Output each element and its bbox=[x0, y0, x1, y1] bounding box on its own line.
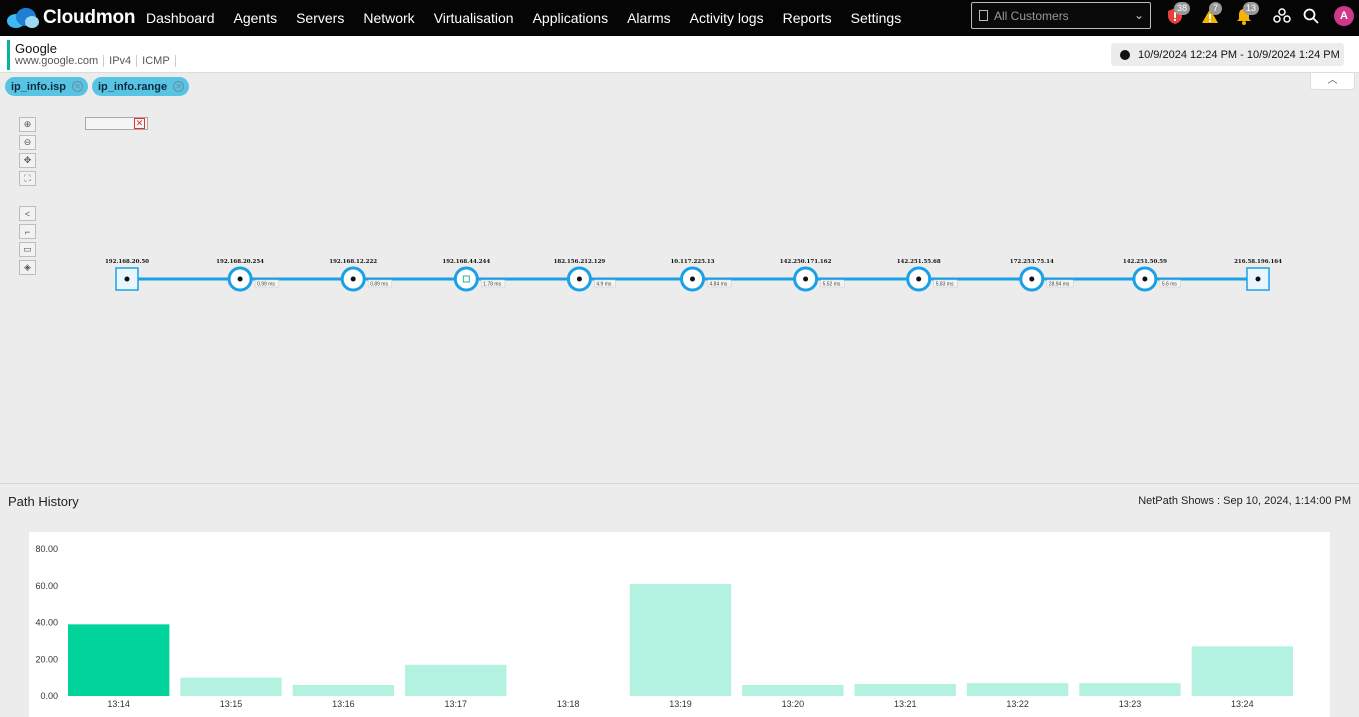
chart-bar[interactable] bbox=[292, 684, 395, 696]
latency-label: 28.94 ms bbox=[1049, 282, 1070, 288]
hop-dot bbox=[1142, 276, 1148, 282]
y-tick-label: 40.00 bbox=[35, 618, 58, 628]
latency-label: 5.83 ms bbox=[936, 282, 954, 288]
latency-label: 0.99 ms bbox=[257, 282, 275, 288]
latency-label: 5.52 ms bbox=[823, 282, 841, 288]
hop-dot bbox=[1029, 276, 1035, 282]
hop-ip-label: 192.168.44.244 bbox=[442, 259, 490, 265]
latency-label: 4.9 ms bbox=[596, 282, 612, 288]
hop-node[interactable]: 142.251.50.59 5.6 ms bbox=[1123, 259, 1181, 292]
hop-ip-label: 142.251.50.59 bbox=[1123, 259, 1167, 265]
x-tick-label: 13:23 bbox=[1119, 699, 1142, 709]
chart-bar[interactable] bbox=[854, 684, 956, 696]
x-tick-label: 13:20 bbox=[782, 699, 805, 709]
x-tick-label: 13:21 bbox=[894, 699, 917, 709]
hop-dot bbox=[803, 276, 809, 282]
x-tick-label: 13:16 bbox=[332, 699, 355, 709]
hop-node[interactable]: 142.251.55.68 5.83 ms bbox=[897, 259, 958, 292]
netpath-topology: 192.168.20.50 192.168.20.2540.99 ms192.16… bbox=[105, 259, 1282, 292]
hop-dot bbox=[237, 276, 243, 282]
x-tick-label: 13:18 bbox=[557, 699, 580, 709]
chart-bar[interactable] bbox=[742, 684, 844, 696]
latency-label: 4.84 ms bbox=[710, 282, 728, 288]
hop-dot bbox=[350, 276, 356, 282]
x-tick-label: 13:24 bbox=[1231, 699, 1254, 709]
chart-bar[interactable] bbox=[1079, 683, 1181, 696]
hop-ip-label: 192.168.12.222 bbox=[329, 259, 377, 265]
destination-node[interactable]: 216.58.196.164 bbox=[1234, 259, 1282, 291]
hop-node[interactable]: 142.250.171.162 5.52 ms bbox=[780, 259, 845, 292]
chart-bar[interactable] bbox=[966, 683, 1069, 696]
hop-dot bbox=[690, 276, 695, 282]
endpoint-dot bbox=[1255, 276, 1261, 282]
hop-ip-label: 192.168.20.50 bbox=[105, 259, 149, 265]
path-history-title: Path History bbox=[8, 494, 79, 509]
section-divider bbox=[0, 483, 1359, 484]
source-node[interactable]: 192.168.20.50 bbox=[105, 259, 149, 291]
hop-ip-label: 192.168.20.254 bbox=[216, 259, 264, 265]
chart-bar[interactable] bbox=[629, 583, 732, 696]
latency-label: 5.6 ms bbox=[1162, 282, 1178, 288]
hop-ip-label: 172.253.75.14 bbox=[1010, 259, 1054, 265]
latency-label: 1.78 ms bbox=[483, 282, 501, 288]
chart-bar[interactable] bbox=[1191, 646, 1293, 696]
hop-node[interactable]: 172.253.75.14 28.94 ms bbox=[1010, 259, 1074, 292]
path-history-chart: 0.00 20.00 40.00 60.00 80.00 13:14 13:15 13:16 1… bbox=[35, 544, 1293, 709]
y-tick-label: 0.00 bbox=[40, 691, 58, 701]
x-tick-label: 13:22 bbox=[1006, 699, 1029, 709]
hop-circle bbox=[453, 266, 479, 292]
hop-dot bbox=[576, 276, 582, 282]
hop-ip-label: 10.117.225.13 bbox=[670, 259, 714, 265]
chart-bar[interactable] bbox=[68, 624, 170, 696]
chart-bar[interactable] bbox=[405, 664, 507, 696]
x-tick-label: 13:15 bbox=[220, 699, 243, 709]
hop-node[interactable]: 192.168.12.222 0.89 ms bbox=[329, 259, 393, 292]
hop-ip-label: 216.58.196.164 bbox=[1234, 259, 1282, 265]
hop-ip-label: 142.251.55.68 bbox=[897, 259, 941, 265]
chart-bar[interactable] bbox=[180, 677, 282, 696]
netpath-shows-label: NetPath Shows : Sep 10, 2024, 1:14:00 PM bbox=[1138, 495, 1351, 507]
y-tick-label: 80.00 bbox=[35, 544, 58, 554]
hop-ip-label: 182.156.212.129 bbox=[554, 259, 606, 265]
hop-node[interactable]: 10.117.225.13 4.84 ms bbox=[670, 259, 732, 292]
hop-node[interactable]: 192.168.44.244 1.78 ms bbox=[442, 259, 506, 292]
hop-node[interactable]: 182.156.212.129 4.9 ms bbox=[554, 259, 616, 292]
latency-label: 0.89 ms bbox=[370, 282, 388, 288]
y-tick-label: 20.00 bbox=[35, 654, 58, 664]
x-tick-label: 13:19 bbox=[669, 699, 692, 709]
endpoint-dot bbox=[124, 276, 130, 282]
hop-dot bbox=[916, 276, 922, 282]
y-tick-label: 60.00 bbox=[35, 581, 58, 591]
x-tick-label: 13:17 bbox=[445, 699, 468, 709]
hop-ip-label: 142.250.171.162 bbox=[780, 259, 832, 265]
x-tick-label: 13:14 bbox=[107, 699, 130, 709]
hop-node[interactable]: 192.168.20.254 0.99 ms bbox=[216, 259, 279, 292]
